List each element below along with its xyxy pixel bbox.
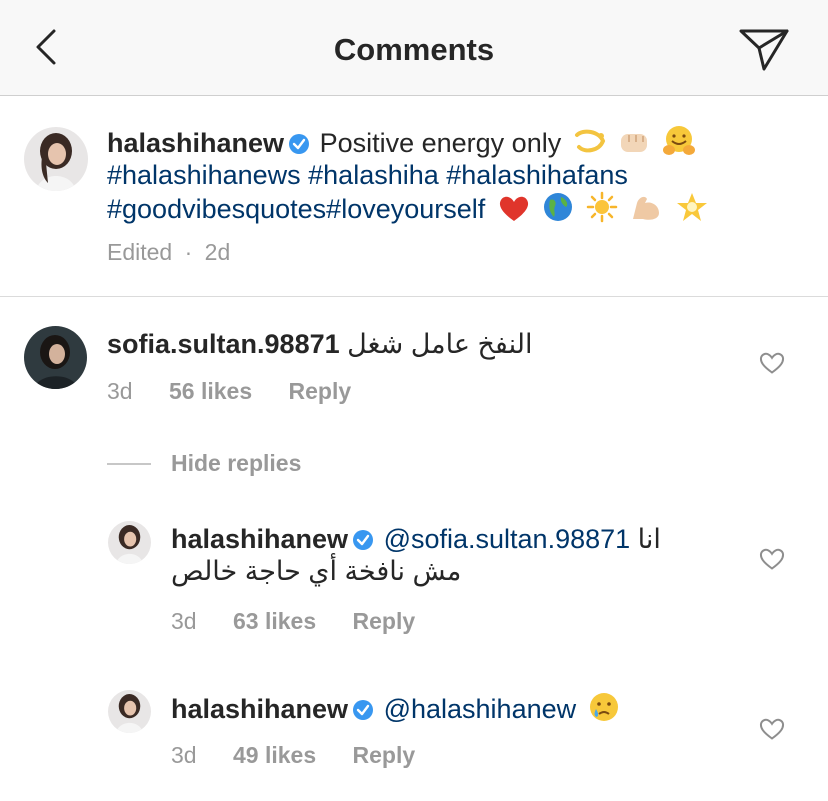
avatar-photo — [108, 521, 151, 564]
reply-time: 3d — [171, 608, 197, 634]
red-heart-emoji-icon — [499, 196, 528, 221]
post-caption: halashihanew Positive energy only #halas… — [0, 96, 828, 297]
reply-body-line-2: مش نافخة أي حاجة خالص — [171, 556, 462, 586]
crying-face-emoji-icon — [589, 693, 618, 721]
caption-time: 2d — [204, 239, 231, 265]
heart-outline-icon[interactable] — [759, 351, 785, 375]
flexed-biceps-emoji-icon — [633, 196, 660, 220]
hashtags-line-2[interactable]: #goodvibesquotes#loveyourself — [107, 194, 485, 224]
reply-body-line-1: انا — [637, 524, 661, 554]
reply-text: halashihanew @sofia.sultan.98871 انا مش … — [171, 523, 731, 587]
caption-username[interactable]: halashihanew — [107, 128, 284, 158]
comment-body: النفخ عامل شغل — [347, 329, 533, 359]
comment-text: sofia.sultan.98871 النفخ عامل شغل — [107, 328, 727, 360]
top-bar: Comments — [0, 0, 828, 96]
avatar[interactable] — [24, 127, 88, 191]
hide-replies-divider — [107, 463, 151, 465]
avatar-photo — [24, 326, 87, 389]
reply-mention[interactable]: @halashihanew — [384, 694, 577, 724]
globe-emoji-icon — [544, 193, 573, 221]
comment-username[interactable]: sofia.sultan.98871 — [107, 329, 340, 359]
reply-likes[interactable]: 63 likes — [233, 608, 316, 634]
comment-likes[interactable]: 56 likes — [169, 378, 252, 404]
reply-button[interactable]: Reply — [289, 378, 352, 404]
comment-meta: 3d 56 likes Reply — [107, 378, 381, 405]
verified-badge-icon — [289, 134, 310, 154]
reply-likes[interactable]: 49 likes — [233, 742, 316, 768]
comment-time: 3d — [107, 378, 133, 404]
reply-username[interactable]: halashihanew — [171, 524, 348, 554]
hide-replies-button[interactable]: Hide replies — [171, 450, 301, 477]
verified-badge-icon — [353, 530, 374, 550]
caption-meta: Edited · 2d — [107, 239, 231, 265]
caption-body: Positive energy only — [319, 128, 562, 158]
reply-meta: 3d 49 likes Reply — [171, 742, 445, 769]
hugging-face-emoji-icon — [662, 126, 695, 155]
edited-label: Edited — [107, 239, 173, 265]
dizzy-emoji-icon — [574, 129, 605, 153]
reply-button[interactable]: Reply — [353, 742, 416, 768]
avatar-photo — [24, 127, 88, 191]
reply-mention[interactable]: @sofia.sultan.98871 — [384, 524, 631, 554]
reply-username[interactable]: halashihanew — [171, 694, 348, 724]
send-paper-plane-icon[interactable] — [738, 26, 790, 72]
avatar[interactable] — [108, 690, 151, 733]
avatar-photo — [108, 690, 151, 733]
fist-bump-emoji-icon — [621, 134, 648, 152]
hashtags-line-1[interactable]: #halashihanews #halashiha #halashihafans — [107, 160, 628, 190]
glowing-star-emoji-icon — [676, 193, 707, 221]
caption-text: halashihanew Positive energy only #halas… — [107, 125, 807, 225]
reply-text: halashihanew @halashihanew — [171, 691, 731, 725]
heart-outline-icon[interactable] — [759, 547, 785, 571]
heart-outline-icon[interactable] — [759, 717, 785, 741]
reply-meta: 3d 63 likes Reply — [171, 608, 445, 635]
page-title: Comments — [333, 32, 495, 67]
reply-time: 3d — [171, 742, 197, 768]
reply-button[interactable]: Reply — [353, 608, 416, 634]
sun-emoji-icon — [586, 191, 618, 223]
avatar[interactable] — [108, 521, 151, 564]
verified-badge-icon — [353, 700, 374, 720]
avatar[interactable] — [24, 326, 87, 389]
